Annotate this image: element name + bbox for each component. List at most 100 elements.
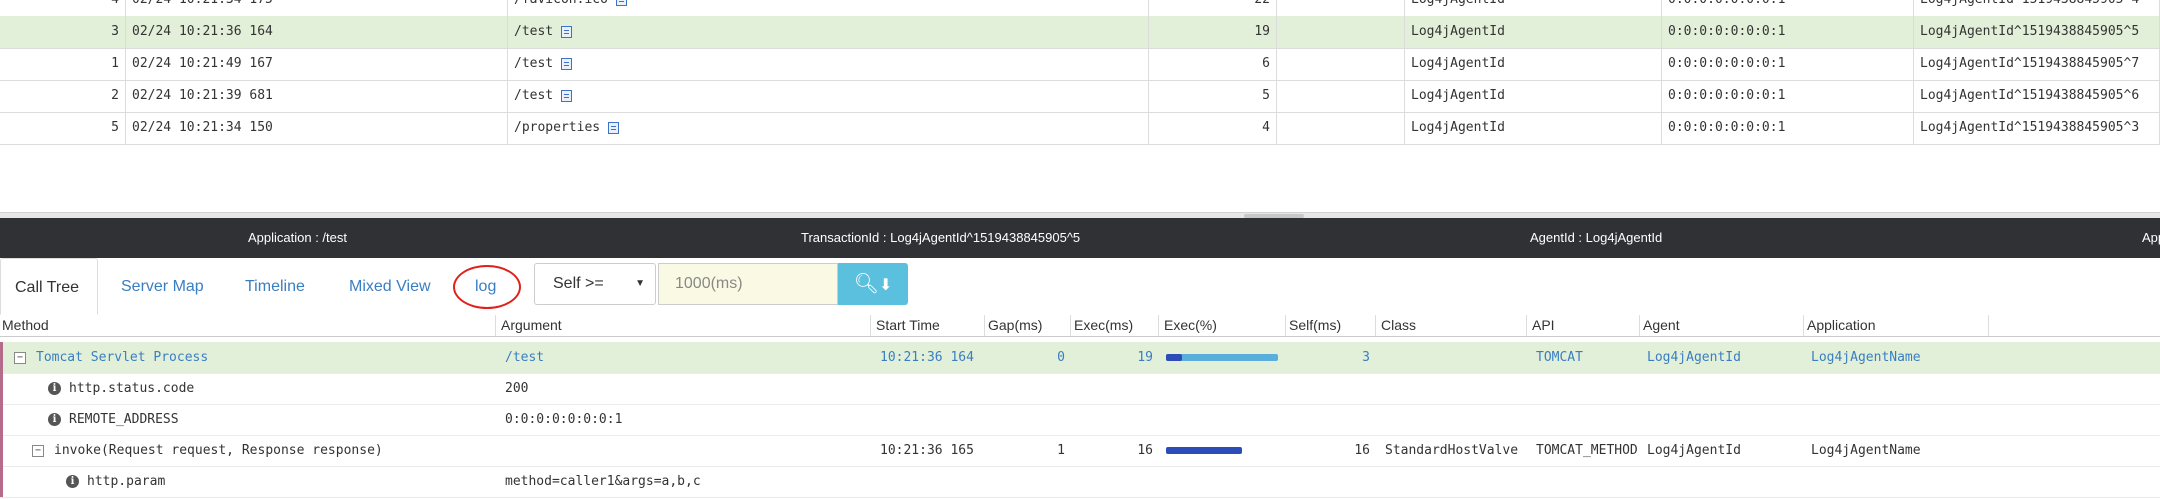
col-exec-pct[interactable]: Exec(%)	[1162, 315, 1286, 336]
tx-response-time: 19	[1149, 16, 1277, 48]
col-start-time[interactable]: Start Time	[874, 315, 985, 336]
gap-cell	[986, 466, 1071, 497]
call-tree-row[interactable]: i http.status.code 200	[0, 373, 2160, 405]
api-cell	[1530, 404, 1640, 435]
exec-percent-bar	[1166, 354, 1278, 361]
tx-transaction-id-text: Log4jAgentId^1519438845905^6	[1920, 88, 2140, 103]
col-agent[interactable]: Agent	[1641, 315, 1804, 336]
application-cell: Log4jAgentName	[1811, 443, 1921, 458]
tx-time-text: 02/24 10:21:34 175	[132, 0, 273, 7]
argument-cell	[499, 435, 871, 466]
tx-time: 02/24 10:21:49 167	[126, 48, 508, 80]
transaction-row[interactable]: 5 02/24 10:21:34 150/properties 4 Log4jAgen…	[0, 112, 2160, 145]
method-cell: i REMOTE_ADDRESS	[0, 404, 496, 435]
col-argument[interactable]: Argument	[499, 315, 871, 336]
class-cell	[1379, 342, 1527, 373]
self-filter-select[interactable]: Self >= ▼	[534, 263, 656, 305]
call-tree-row[interactable]: i REMOTE_ADDRESS 0:0:0:0:0:0:0:1	[0, 404, 2160, 436]
tx-transaction-id-text: Log4jAgentId^1519438845905^3	[1920, 120, 2140, 135]
tx-num-text: 3	[111, 24, 119, 39]
tx-exception	[1277, 48, 1405, 80]
tab-timeline[interactable]: Timeline	[245, 258, 305, 315]
method-cell: − invoke(Request request, Response respon…	[0, 435, 496, 466]
tx-response-time-text: 5	[1262, 88, 1270, 103]
document-icon[interactable]	[561, 25, 573, 38]
tx-agent-text: Log4jAgentId	[1411, 0, 1505, 7]
col-self[interactable]: Self(ms)	[1287, 315, 1376, 336]
document-icon[interactable]	[561, 57, 573, 70]
self-percent-bar	[1166, 354, 1182, 361]
tx-agent-text: Log4jAgentId	[1411, 88, 1505, 103]
tx-time: 02/24 10:21:34 150	[126, 112, 508, 144]
tx-agent-text: Log4jAgentId	[1411, 24, 1505, 39]
call-tree-row[interactable]: − invoke(Request request, Response respon…	[0, 435, 2160, 467]
tx-response-time-text: 19	[1254, 24, 1270, 39]
api-cell	[1530, 373, 1640, 404]
call-tree-row[interactable]: i http.param method=caller1&args=a,b,c	[0, 466, 2160, 498]
search-next-button[interactable]: 🔍︎⬇	[838, 263, 908, 305]
col-exec[interactable]: Exec(ms)	[1072, 315, 1159, 336]
tx-response-time-text: 6	[1262, 56, 1270, 71]
tx-num-text: 2	[111, 88, 119, 103]
class-cell: StandardHostValve	[1385, 443, 1519, 458]
exec-cell	[1072, 404, 1159, 435]
api-cell: TOMCAT	[1536, 350, 1583, 365]
tx-agent: Log4jAgentId	[1405, 80, 1662, 112]
exec-cell: 16	[1137, 443, 1153, 458]
col-api[interactable]: API	[1530, 315, 1640, 336]
tab-server-map[interactable]: Server Map	[121, 258, 204, 315]
transaction-info-bar: Application : /test TransactionId : Log4…	[0, 218, 2160, 258]
argument-cell: 0:0:0:0:0:0:0:1	[505, 412, 623, 427]
tx-exception	[1277, 80, 1405, 112]
method-cell: − Tomcat Servlet Process	[0, 342, 496, 373]
call-tree-row[interactable]: − Tomcat Servlet Process/test 10:21:36 164…	[0, 342, 2160, 374]
agent-cell	[1641, 373, 1804, 404]
transaction-row[interactable]: 3 02/24 10:21:36 164/test 19 Log4jAgentId 0:…	[0, 16, 2160, 49]
transaction-row[interactable]: 1 02/24 10:21:49 167/test 6 Log4jAgentId 0:0…	[0, 48, 2160, 81]
tx-transaction-id-text: Log4jAgentId^1519438845905^5	[1920, 24, 2140, 39]
method-name: invoke(Request request, Response respons…	[54, 443, 383, 458]
tx-agent-text: Log4jAgentId	[1411, 56, 1505, 71]
tx-num: 1	[0, 48, 126, 80]
tab-call-tree[interactable]: Call Tree	[0, 258, 98, 315]
tx-agent: Log4jAgentId	[1405, 0, 1662, 16]
agent-cell: Log4jAgentId	[1647, 443, 1741, 458]
col-class[interactable]: Class	[1379, 315, 1527, 336]
arrow-down-icon: ⬇	[878, 277, 893, 294]
document-icon[interactable]	[561, 89, 573, 102]
tx-num-text: 1	[111, 56, 119, 71]
gap-cell: 1	[1057, 443, 1065, 458]
tx-path: /test	[508, 16, 1149, 48]
collapse-toggle-icon[interactable]: −	[14, 351, 26, 364]
tx-transaction-id: Log4jAgentId^1519438845905^6	[1914, 80, 2160, 112]
transaction-row[interactable]: 2 02/24 10:21:39 681/test 5 Log4jAgentId 0:0…	[0, 80, 2160, 113]
exec-cell	[1072, 466, 1159, 497]
tx-time-text: 02/24 10:21:34 150	[132, 120, 273, 135]
document-icon[interactable]	[615, 0, 627, 6]
method-name: Tomcat Servlet Process	[36, 350, 209, 365]
tx-time: 02/24 10:21:36 164	[126, 16, 508, 48]
document-icon[interactable]	[608, 121, 620, 134]
col-gap[interactable]: Gap(ms)	[986, 315, 1071, 336]
transaction-id-info: TransactionId : Log4jAgentId^15194388459…	[801, 230, 1081, 245]
start-time-cell: 10:21:36 164	[880, 350, 974, 365]
col-application[interactable]: Application	[1805, 315, 1989, 336]
tx-path-text: /favicon.ico	[514, 0, 608, 7]
exec-cell: 19	[1137, 350, 1153, 365]
tab-mixed-view[interactable]: Mixed View	[349, 258, 431, 315]
col-method[interactable]: Method	[0, 315, 496, 336]
collapse-toggle-icon[interactable]: −	[32, 444, 44, 457]
self-cell	[1287, 466, 1376, 497]
argument-cell: /test	[505, 350, 545, 365]
self-cell	[1287, 373, 1376, 404]
tx-path-text: /test	[514, 24, 554, 39]
api-cell: TOMCAT_METHOD	[1536, 443, 1638, 458]
tx-transaction-id: Log4jAgentId^1519438845905^7	[1914, 48, 2160, 80]
agent-cell	[1641, 466, 1804, 497]
tx-agent: Log4jAgentId	[1405, 16, 1662, 48]
transaction-row[interactable]: 4 02/24 10:21:34 175/favicon.ico 22 Log4jAg…	[0, 0, 2160, 17]
info-icon: i	[66, 475, 79, 488]
tx-exception	[1277, 112, 1405, 144]
ms-threshold-input[interactable]: 1000(ms)	[658, 263, 838, 305]
self-cell	[1287, 404, 1376, 435]
